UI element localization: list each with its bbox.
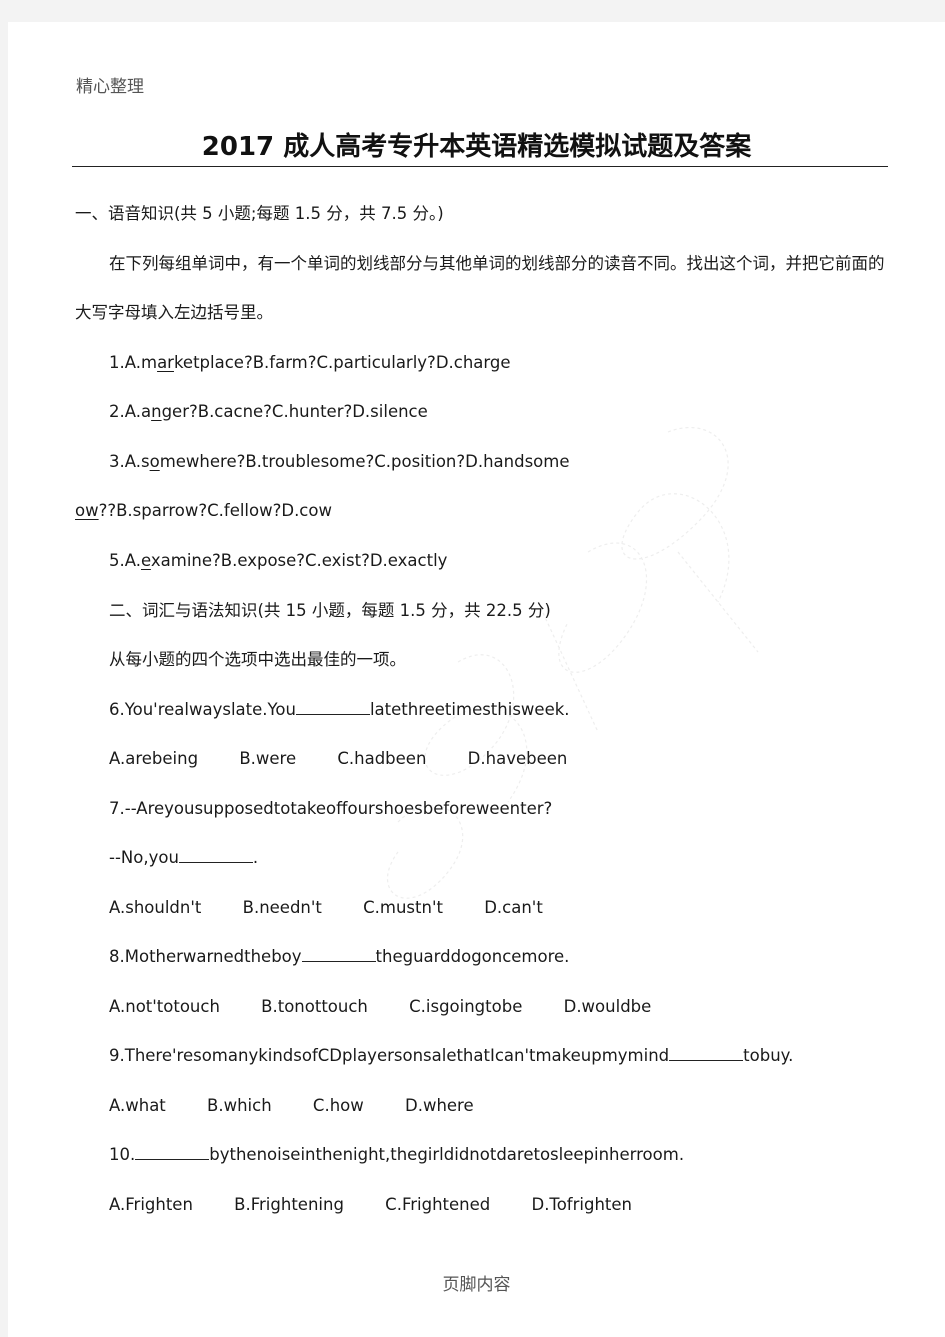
option-b: B.tonottouch xyxy=(261,997,368,1016)
question-9-stem: 9.There'resomanykindsofCDplayersonsaleth… xyxy=(109,1045,793,1067)
question-7-stem-line2: --No,you. xyxy=(109,847,258,869)
underlined-part: n xyxy=(151,402,162,421)
page-footer-text: 页脚内容 xyxy=(442,1275,511,1295)
underlined-part: o xyxy=(149,452,160,471)
item-text: 5.A. xyxy=(109,551,141,570)
option-d: D.wouldbe xyxy=(563,997,652,1016)
answer-blank xyxy=(301,947,376,962)
option-d: D.Tofrighten xyxy=(531,1195,632,1214)
question-9-options: A.what B.which C.how D.where xyxy=(109,1095,474,1117)
underlined-part: ar xyxy=(157,353,174,372)
watermark-graphic xyxy=(386,426,759,899)
stem-text: 8.Motherwarnedtheboy xyxy=(109,947,302,966)
question-6-options: A.arebeing B.were C.hadbeen D.havebeen xyxy=(109,748,567,770)
question-7-stem-line1: 7.--Areyousupposedtotakeoffourshoesbefor… xyxy=(109,799,553,818)
option-c: C.mustn't xyxy=(363,898,443,917)
option-b: B.were xyxy=(239,749,297,768)
item-text: mewhere?B.troublesome?C.position?D.hands… xyxy=(159,452,570,471)
option-c: C.Frightened xyxy=(385,1195,491,1214)
option-b: B.Frightening xyxy=(234,1195,344,1214)
answer-blank xyxy=(135,1145,210,1160)
stem-text: 9.There'resomanykindsofCDplayersonsaleth… xyxy=(109,1046,670,1065)
option-b: B.which xyxy=(207,1096,272,1115)
item-text: 3.A.s xyxy=(109,452,150,471)
question-10-options: A.Frighten B.Frightening C.Frightened D.… xyxy=(109,1194,632,1216)
section2-instruction: 从每小题的四个选项中选出最佳的一项。 xyxy=(109,650,406,669)
item-text: ger?B.cacne?C.hunter?D.silence xyxy=(161,402,428,421)
item-text: xamine?B.expose?C.exist?D.exactly xyxy=(150,551,448,570)
phonetics-item-2: 2.A.anger?B.cacne?C.hunter?D.silence xyxy=(109,401,428,423)
stem-text: --No,you xyxy=(109,848,179,867)
option-c: C.how xyxy=(312,1096,364,1115)
option-d: D.where xyxy=(405,1096,474,1115)
option-c: C.hadbeen xyxy=(337,749,427,768)
option-c: C.isgoingtobe xyxy=(409,997,523,1016)
question-6-stem: 6.You'realwayslate.You latethreetimesthis… xyxy=(109,699,570,721)
stem-text: latethreetimesthisweek. xyxy=(369,700,570,719)
question-7-options: A.shouldn't B.needn't C.mustn't D.can't xyxy=(109,897,543,919)
question-8-options: A.not'totouch B.tonottouch C.isgoingtobe… xyxy=(109,996,651,1018)
option-a: A.shouldn't xyxy=(109,898,202,917)
question-8-stem: 8.Motherwarnedtheboy theguarddogoncemore. xyxy=(109,946,569,968)
option-a: A.not'totouch xyxy=(109,997,220,1016)
question-10-stem: 10. bythenoiseinthenight,thegirldidnotdar… xyxy=(109,1144,684,1166)
title-divider xyxy=(72,166,888,167)
section1-heading: 一、语音知识(共 5 小题;每题 1.5 分，共 7.5 分。) xyxy=(75,204,444,223)
stem-text: tobuy. xyxy=(743,1046,794,1065)
document-title: 2017 成人高考专升本英语精选模拟试题及答案 xyxy=(201,132,752,162)
stem-text: 6.You'realwayslate.You xyxy=(109,700,296,719)
option-d: D.havebeen xyxy=(467,749,568,768)
phonetics-item-1: 1.A.marketplace?B.farm?C.particularly?D.… xyxy=(109,352,511,374)
option-b: B.needn't xyxy=(242,898,322,917)
underlined-part: ow xyxy=(75,501,99,520)
item-text: ketplace?B.farm?C.particularly?D.charge xyxy=(173,353,511,372)
stem-text: theguarddogoncemore. xyxy=(375,947,570,966)
option-a: A.Frighten xyxy=(109,1195,193,1214)
phonetics-item-5: 5.A.examine?B.expose?C.exist?D.exactly xyxy=(109,550,447,572)
document-page: 精心整理 2017 成人高考专升本英语精选模拟试题及答案 一、语音知识(共 5 … xyxy=(8,22,945,1337)
item-text: ??B.sparrow?C.fellow?D.cow xyxy=(98,501,332,520)
section2-heading: 二、词汇与语法知识(共 15 小题，每题 1.5 分，共 22.5 分) xyxy=(109,601,551,620)
option-a: A.arebeing xyxy=(109,749,199,768)
answer-blank xyxy=(669,1046,744,1061)
underlined-part: e xyxy=(141,551,151,570)
item-text: 1.A.m xyxy=(109,353,158,372)
answer-blank xyxy=(295,700,370,715)
answer-blank xyxy=(178,848,253,863)
page-header-text: 精心整理 xyxy=(76,77,144,97)
option-a: A.what xyxy=(109,1096,166,1115)
section1-instruction-line1: 在下列每组单词中，有一个单词的划线部分与其他单词的划线部分的读音不同。找出这个词… xyxy=(109,254,885,273)
stem-text: 10. xyxy=(109,1145,136,1164)
stem-text: . xyxy=(252,848,259,867)
item-text: 2.A.a xyxy=(109,402,152,421)
phonetics-item-3: 3.A.somewhere?B.troublesome?C.position?D… xyxy=(109,451,570,473)
option-d: D.can't xyxy=(484,898,543,917)
phonetics-item-4: ow??B.sparrow?C.fellow?D.cow xyxy=(75,500,332,522)
section1-instruction-line2: 大写字母填入左边括号里。 xyxy=(75,303,273,322)
stem-text: bythenoiseinthenight,thegirldidnotdareto… xyxy=(209,1145,685,1164)
